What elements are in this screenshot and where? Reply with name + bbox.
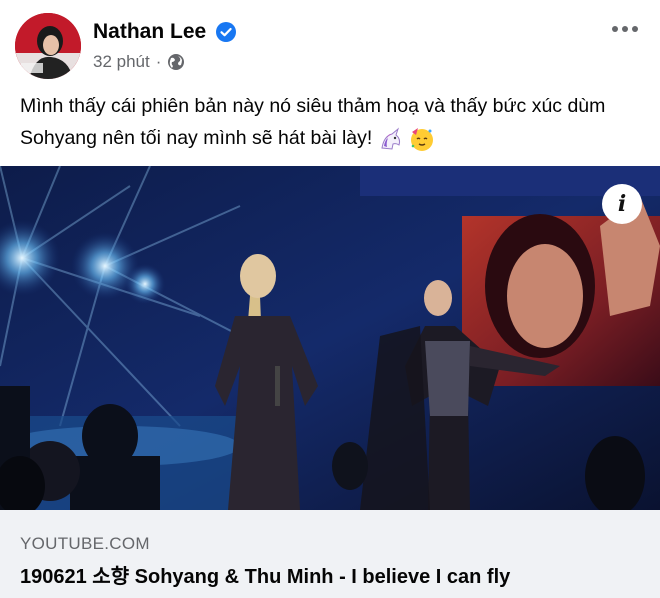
post-text-content: Mình thấy cái phiên bản này nó siêu thảm… <box>20 95 606 149</box>
link-domain[interactable]: YOUTUBE.COM <box>20 534 150 554</box>
concert-photo[interactable] <box>0 166 660 510</box>
post-header: Nathan Lee 32 phút · <box>0 0 660 82</box>
partying-face-emoji <box>411 127 434 151</box>
meta-separator: · <box>155 52 162 71</box>
globe-icon[interactable] <box>167 53 185 71</box>
facebook-post: Nathan Lee 32 phút · Mình thấy cái phiên… <box>0 0 660 598</box>
avatar[interactable] <box>15 13 81 79</box>
unicorn-emoji <box>381 127 400 150</box>
author-name[interactable]: Nathan Lee <box>93 20 206 44</box>
info-icon[interactable]: i <box>602 184 642 224</box>
post-time[interactable]: 32 phút <box>93 52 150 72</box>
verified-badge-icon <box>216 22 236 42</box>
more-options-icon[interactable] <box>612 26 638 32</box>
post-meta: 32 phút · <box>93 52 185 72</box>
link-title[interactable]: 190621 소향 Sohyang & Thu Minh - I believe… <box>20 560 510 589</box>
post-text: Mình thấy cái phiên bản này nó siêu thảm… <box>20 90 650 154</box>
